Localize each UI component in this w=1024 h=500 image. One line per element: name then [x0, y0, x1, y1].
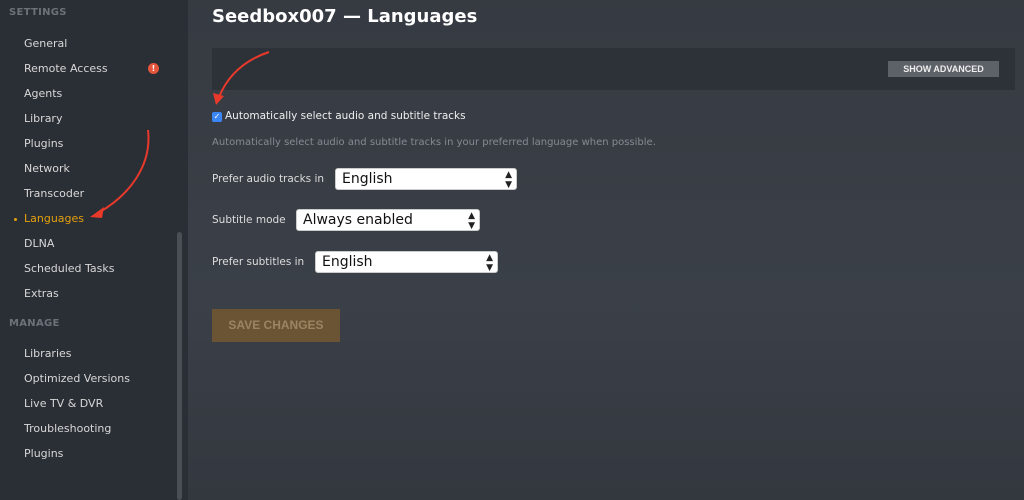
annotation-arrowhead-checkbox	[213, 93, 224, 105]
annotation-arrowhead-sidebar	[90, 207, 104, 218]
annotation-arrow-checkbox	[218, 51, 270, 98]
annotation-arrow-sidebar	[97, 129, 150, 214]
annotation-arrows	[90, 51, 270, 218]
